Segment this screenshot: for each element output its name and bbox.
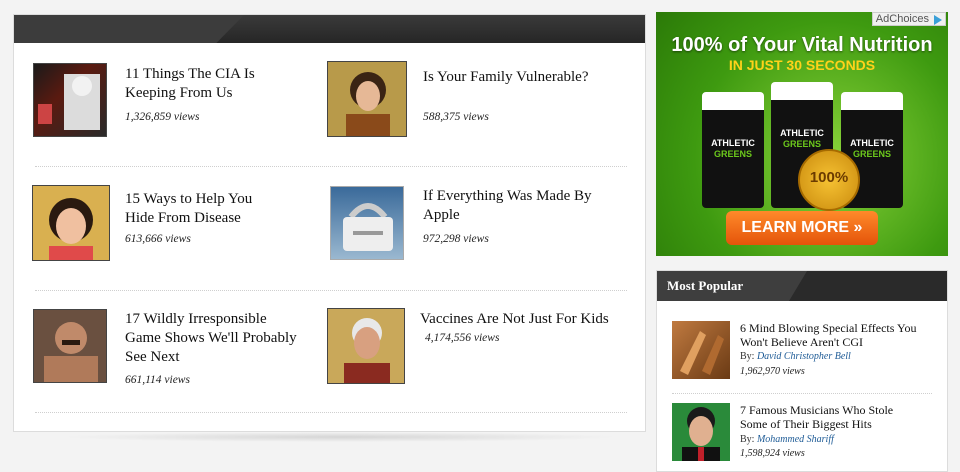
article-views: 4,174,556 views	[425, 332, 500, 344]
article-views: 1,326,859 views	[125, 111, 200, 123]
article-thumbnail[interactable]	[327, 61, 407, 137]
divider	[672, 393, 932, 394]
article-title[interactable]: Is Your Family Vulnerable?	[423, 68, 588, 87]
article-thumbnail[interactable]	[33, 63, 107, 137]
popular-thumbnail[interactable]	[672, 403, 730, 461]
adchoices-link[interactable]: AdChoices	[871, 12, 946, 26]
ad-headline: 100% of Your Vital Nutrition	[671, 34, 933, 56]
article-views: 661,114 views	[125, 374, 190, 386]
divider	[35, 166, 627, 167]
article-views: 588,375 views	[423, 111, 489, 123]
popular-author-line: By: Mohammed Shariff	[740, 434, 834, 445]
article-title[interactable]: If Everything Was Made By Apple	[423, 187, 591, 225]
ad-subheadline: IN JUST 30 SECONDS	[728, 57, 876, 73]
article-title[interactable]: 11 Things The CIA Is Keeping From Us	[125, 65, 255, 103]
article-title[interactable]: 15 Ways to Help You Hide From Disease	[125, 190, 252, 228]
advertisement-banner[interactable]: AdChoices 100% of Your Vital Nutrition I…	[656, 12, 948, 256]
panel-shadow	[60, 432, 620, 442]
most-popular-widget: Most Popular 6 Mind Blowing Special Effe…	[656, 270, 948, 472]
popular-author-line: By: David Christopher Bell	[740, 351, 851, 362]
double-chevron-right-icon: »	[853, 219, 863, 236]
divider	[35, 290, 627, 291]
article-thumbnail[interactable]	[327, 308, 405, 384]
popular-title[interactable]: 6 Mind Blowing Special Effects You Won't …	[740, 321, 940, 349]
product-jar-image: ATHLETIC GREENS	[702, 92, 764, 208]
guarantee-seal-icon: 100%	[798, 149, 860, 211]
article-thumbnail[interactable]	[32, 185, 110, 261]
article-thumbnail[interactable]	[33, 309, 107, 383]
article-views: 972,298 views	[423, 233, 489, 245]
popular-views: 1,598,924 views	[740, 448, 805, 459]
article-title[interactable]: 17 Wildly Irresponsible Game Shows We'll …	[125, 310, 297, 367]
adchoices-icon	[934, 15, 942, 25]
most-popular-header: Most Popular	[657, 271, 947, 301]
popular-views: 1,962,970 views	[740, 366, 805, 377]
most-popular-title: Most Popular	[667, 278, 744, 293]
divider	[35, 412, 627, 413]
author-link[interactable]: David Christopher Bell	[757, 351, 851, 362]
popular-title[interactable]: 7 Famous Musicians Who Stole Some of Thei…	[740, 403, 940, 431]
article-title[interactable]: Vaccines Are Not Just For Kids	[420, 310, 609, 329]
popular-thumbnail[interactable]	[672, 321, 730, 379]
article-views: 613,666 views	[125, 233, 191, 245]
panel-header	[14, 15, 645, 43]
learn-more-button[interactable]: LEARN MORE »	[726, 211, 878, 245]
related-articles-panel: 11 Things The CIA Is Keeping From Us 1,32…	[13, 14, 646, 432]
article-thumbnail[interactable]	[330, 186, 404, 260]
author-link[interactable]: Mohammed Shariff	[757, 434, 834, 445]
